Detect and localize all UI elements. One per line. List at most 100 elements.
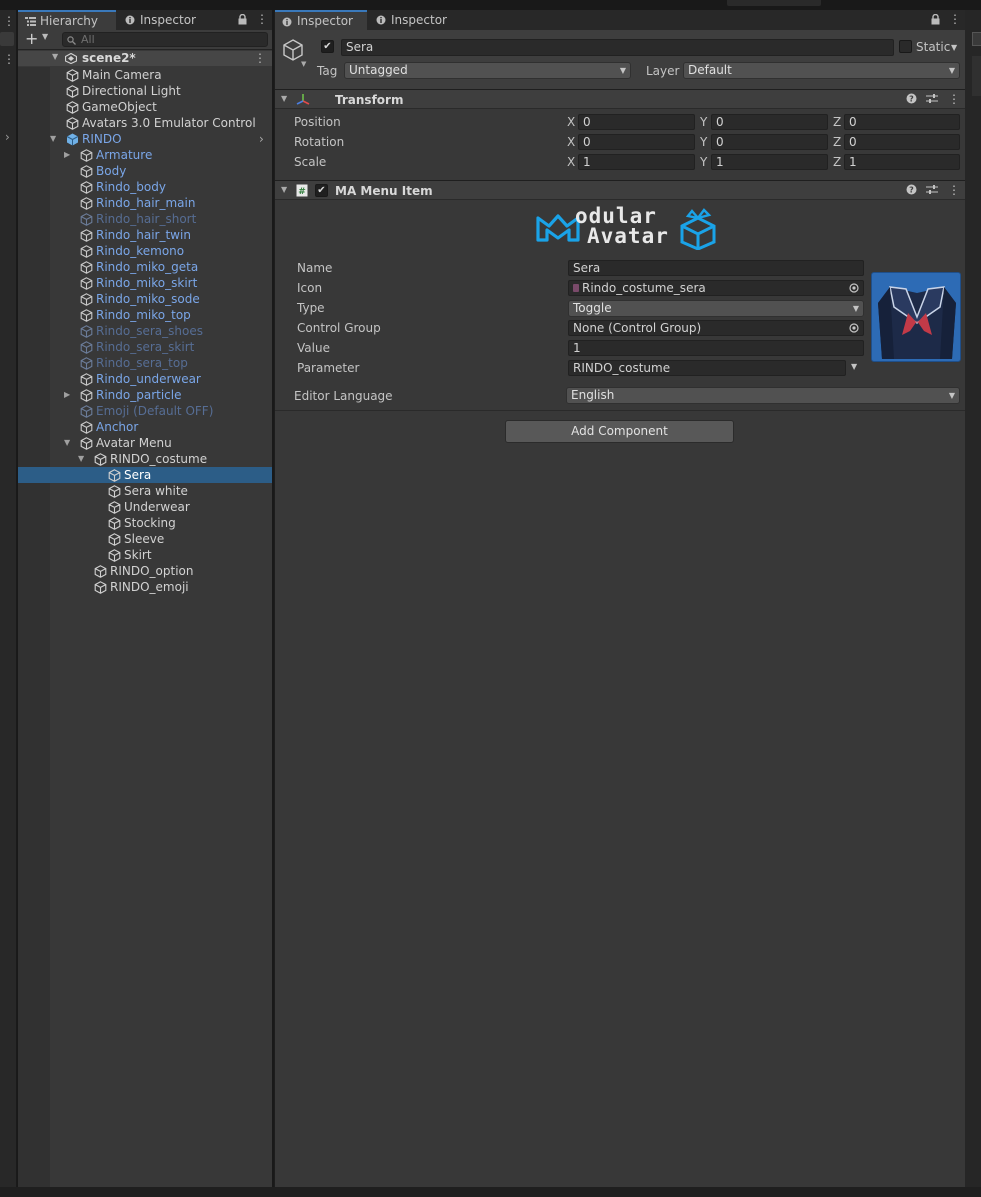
hierarchy-item[interactable]: ▼ RINDO_costume: [18, 451, 272, 467]
chevron-down-icon[interactable]: ▼: [301, 60, 306, 68]
component-enabled-checkbox[interactable]: ✔: [315, 184, 328, 197]
collapse-arrow-icon[interactable]: ▶: [64, 147, 74, 163]
hierarchy-item[interactable]: Stocking: [18, 515, 272, 531]
object-picker-icon[interactable]: [849, 323, 859, 333]
axis-z-label[interactable]: Z: [833, 134, 841, 150]
tab-hierarchy[interactable]: Hierarchy: [18, 10, 116, 30]
hierarchy-item[interactable]: RINDO_option: [18, 563, 272, 579]
axis-x-label[interactable]: X: [567, 154, 575, 170]
layer-dropdown[interactable]: Default ▼: [683, 62, 960, 79]
editor-language-dropdown[interactable]: English ▼: [566, 387, 960, 404]
hierarchy-item[interactable]: GameObject: [18, 99, 272, 115]
hierarchy-item[interactable]: Avatars 3.0 Emulator Control: [18, 115, 272, 131]
tab-inspector-secondary[interactable]: Inspector: [118, 10, 218, 30]
axis-y-label[interactable]: Y: [700, 154, 707, 170]
tag-dropdown[interactable]: Untagged ▼: [344, 62, 631, 79]
strip-field[interactable]: [972, 32, 981, 46]
hierarchy-item[interactable]: Anchor: [18, 419, 272, 435]
hierarchy-item[interactable]: Rindo_body: [18, 179, 272, 195]
name-input[interactable]: Sera: [568, 260, 864, 276]
axis-y-label[interactable]: Y: [700, 114, 707, 130]
strip-scrollbar[interactable]: [972, 56, 981, 96]
kebab-menu-icon[interactable]: ⋮: [948, 183, 960, 197]
object-picker-icon[interactable]: [849, 283, 859, 293]
transform-z-field[interactable]: 1: [844, 154, 960, 170]
axis-z-label[interactable]: Z: [833, 114, 841, 130]
add-component-button[interactable]: Add Component: [505, 420, 734, 443]
expand-arrow-icon[interactable]: ▼: [281, 185, 287, 194]
active-checkbox[interactable]: ✔: [321, 40, 334, 53]
expand-arrow-icon[interactable]: ▼: [52, 52, 58, 61]
control-group-field[interactable]: None (Control Group): [568, 320, 864, 336]
hierarchy-item[interactable]: Sera white: [18, 483, 272, 499]
hierarchy-item[interactable]: Rindo_kemono: [18, 243, 272, 259]
scene-row[interactable]: ▼ scene2* ⋮: [18, 51, 272, 66]
axis-x-label[interactable]: X: [567, 134, 575, 150]
transform-y-field[interactable]: 1: [711, 154, 828, 170]
hierarchy-item[interactable]: Directional Light: [18, 83, 272, 99]
hierarchy-item[interactable]: Sleeve: [18, 531, 272, 547]
hierarchy-item[interactable]: Rindo_underwear: [18, 371, 272, 387]
transform-x-field[interactable]: 0: [578, 134, 695, 150]
transform-z-field[interactable]: 0: [844, 114, 960, 130]
axis-z-label[interactable]: Z: [833, 154, 841, 170]
axis-x-label[interactable]: X: [567, 114, 575, 130]
expand-arrow-icon[interactable]: ▼: [50, 131, 60, 147]
transform-y-field[interactable]: 0: [711, 114, 828, 130]
static-checkbox[interactable]: [899, 40, 912, 53]
chevron-down-icon[interactable]: ▼: [42, 32, 48, 41]
chevron-right-icon[interactable]: ›: [5, 130, 10, 144]
object-name-field[interactable]: Sera: [341, 39, 894, 56]
transform-x-field[interactable]: 1: [578, 154, 695, 170]
lock-icon[interactable]: [238, 14, 247, 25]
hierarchy-item[interactable]: Rindo_miko_sode: [18, 291, 272, 307]
hierarchy-search-input[interactable]: All: [62, 32, 268, 47]
kebab-menu-icon[interactable]: ⋮: [256, 12, 268, 26]
expand-arrow-icon[interactable]: ▼: [64, 435, 74, 451]
transform-z-field[interactable]: 0: [844, 134, 960, 150]
hierarchy-item[interactable]: Rindo_sera_top: [18, 355, 272, 371]
presets-sliders-icon[interactable]: [926, 93, 938, 104]
hierarchy-item[interactable]: Body: [18, 163, 272, 179]
tab-inspector-main[interactable]: Inspector: [275, 10, 367, 30]
toolbar-buttons[interactable]: [727, 0, 821, 6]
chevron-down-icon[interactable]: ▼: [851, 362, 857, 371]
kebab-menu-icon[interactable]: ⋮: [254, 51, 266, 66]
hierarchy-item[interactable]: Underwear: [18, 499, 272, 515]
ma-menu-item-header[interactable]: ▼ # ✔ MA Menu Item ? ⋮: [275, 180, 965, 200]
transform-y-field[interactable]: 0: [711, 134, 828, 150]
transform-x-field[interactable]: 0: [578, 114, 695, 130]
hierarchy-item[interactable]: Rindo_hair_short: [18, 211, 272, 227]
hierarchy-item[interactable]: ▶ Rindo_particle: [18, 387, 272, 403]
expand-arrow-icon[interactable]: ▼: [281, 94, 287, 103]
tab-inspector-second[interactable]: Inspector: [369, 10, 461, 30]
hierarchy-item[interactable]: ▶ Armature: [18, 147, 272, 163]
collapse-arrow-icon[interactable]: ▶: [64, 387, 74, 403]
presets-sliders-icon[interactable]: [926, 184, 938, 195]
hierarchy-item[interactable]: Main Camera: [18, 67, 272, 83]
hierarchy-item[interactable]: ▼ Avatar Menu: [18, 435, 272, 451]
hierarchy-item[interactable]: Rindo_hair_twin: [18, 227, 272, 243]
value-input[interactable]: 1: [568, 340, 864, 356]
hierarchy-item[interactable]: Sera: [18, 467, 272, 483]
hierarchy-item[interactable]: Rindo_miko_top: [18, 307, 272, 323]
kebab-menu-icon[interactable]: ⋮: [949, 12, 961, 26]
kebab-menu-icon[interactable]: ⋮: [3, 14, 15, 28]
hierarchy-item[interactable]: Skirt: [18, 547, 272, 563]
hierarchy-item[interactable]: Emoji (Default OFF): [18, 403, 272, 419]
hierarchy-item[interactable]: Rindo_hair_main: [18, 195, 272, 211]
hierarchy-item[interactable]: Rindo_miko_skirt: [18, 275, 272, 291]
strip-button[interactable]: [0, 32, 14, 46]
chevron-down-icon[interactable]: ▼: [951, 43, 957, 52]
kebab-menu-icon[interactable]: ⋮: [948, 92, 960, 106]
add-object-button[interactable]: +: [25, 30, 38, 48]
axis-y-label[interactable]: Y: [700, 134, 707, 150]
chevron-right-icon[interactable]: ›: [259, 132, 264, 146]
help-icon[interactable]: ?: [906, 93, 917, 104]
hierarchy-item[interactable]: Rindo_sera_shoes: [18, 323, 272, 339]
hierarchy-item[interactable]: RINDO_emoji: [18, 579, 272, 595]
transform-header[interactable]: ▼ Transform ? ⋮: [275, 89, 965, 109]
expand-arrow-icon[interactable]: ▼: [78, 451, 88, 467]
type-dropdown[interactable]: Toggle ▼: [568, 300, 864, 317]
hierarchy-item[interactable]: Rindo_sera_skirt: [18, 339, 272, 355]
